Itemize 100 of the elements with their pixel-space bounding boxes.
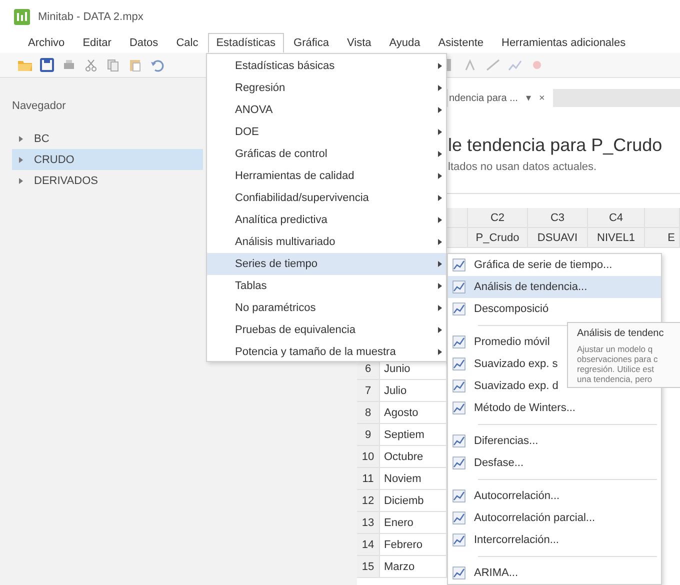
row-number: 8 (357, 402, 380, 424)
output-note: ltados no usan datos actuales. (448, 160, 597, 175)
undo-icon (149, 57, 165, 73)
chart-icon (452, 456, 466, 470)
chart-icon (452, 302, 466, 316)
output-tab[interactable]: ndencia para ... ▾ × (448, 89, 553, 107)
menu-item[interactable]: Editar (74, 33, 120, 53)
menu-item[interactable]: Gráfica (286, 33, 337, 53)
chart-icon (452, 533, 466, 547)
submenu-option[interactable]: ARIMA... (448, 562, 661, 584)
submenu-arrow-icon (438, 173, 442, 179)
tooltip-text: Ajustar un modelo q (577, 344, 654, 354)
submenu-option[interactable]: Método de Winters... (448, 397, 661, 419)
column-id: C4 (588, 208, 645, 228)
menu-option[interactable]: Gráficas de control (207, 143, 446, 165)
column-name: NIVEL1 (588, 228, 645, 248)
submenu-option[interactable]: Autocorrelación parcial... (448, 507, 661, 529)
submenu-option[interactable]: Intercorrelación... (448, 529, 661, 551)
menu-option[interactable]: Tablas (207, 275, 446, 297)
submenu-arrow-icon (438, 63, 442, 69)
submenu-arrow-icon (438, 129, 442, 135)
chart-icon (452, 379, 466, 393)
row-number: 14 (357, 534, 380, 556)
submenu-option[interactable]: Autocorrelación... (448, 485, 661, 507)
expand-arrow-icon (18, 176, 24, 184)
chart-icon (452, 335, 466, 349)
menu-option[interactable]: No paramétricos (207, 297, 446, 319)
tooltip-title: Análisis de tendenc (577, 328, 665, 341)
submenu-option[interactable]: Gráfica de serie de tiempo... (448, 254, 661, 276)
app-logo-icon (14, 8, 30, 24)
header-cell (447, 208, 468, 228)
navigator-item[interactable]: DERIVADOS (12, 170, 203, 191)
chart-icon (452, 566, 466, 580)
menu-option[interactable]: Herramientas de calidad (207, 165, 446, 187)
navigator-item[interactable]: CRUDO (12, 149, 203, 170)
submenu-arrow-icon (438, 239, 442, 245)
header-cell (447, 228, 468, 248)
output-heading: le tendencia para P_Crudo (448, 134, 662, 157)
expand-arrow-icon (18, 156, 24, 164)
submenu-arrow-icon (438, 349, 442, 355)
header-cell (645, 208, 680, 228)
menu-item[interactable]: Vista (338, 33, 380, 53)
menu-item[interactable]: Calc (168, 33, 206, 53)
column-name: E (645, 228, 680, 248)
chart-icon (452, 489, 466, 503)
row-number: 15 (357, 556, 380, 578)
expand-arrow-icon (18, 134, 24, 142)
clipboard-icon (127, 57, 143, 73)
chart-icon (452, 258, 466, 272)
chart-icon (452, 434, 466, 448)
row-number: 9 (357, 424, 380, 446)
chart-icon (452, 511, 466, 525)
column-name: P_Crudo (468, 228, 528, 248)
submenu-arrow-icon (438, 107, 442, 113)
scissors-icon (83, 57, 99, 73)
menu-item[interactable]: Ayuda (381, 33, 428, 53)
row-number: 7 (357, 380, 380, 402)
menu-option[interactable]: DOE (207, 121, 446, 143)
submenu-arrow-icon (438, 217, 442, 223)
row-number: 10 (357, 446, 380, 468)
menu-item[interactable]: Herramientas adicionales (494, 33, 634, 53)
menu-item[interactable]: Datos (121, 33, 166, 53)
copy-icon (105, 57, 121, 73)
menu-option[interactable]: Pruebas de equivalencia (207, 319, 446, 341)
row-number: 13 (357, 512, 380, 534)
submenu-arrow-icon (438, 195, 442, 201)
menu-item[interactable]: Archivo (20, 33, 73, 53)
navigator-item[interactable]: BC (12, 128, 203, 149)
panel-title: Navegador (12, 99, 66, 114)
submenu-arrow-icon (438, 283, 442, 289)
menu-option[interactable]: ANOVA (207, 99, 446, 121)
row-number: 11 (357, 468, 380, 490)
menu-option[interactable]: Confiabilidad/supervivencia (207, 187, 446, 209)
menu-item[interactable]: Estadísticas (208, 33, 284, 53)
submenu-arrow-icon (438, 261, 442, 267)
row-number: 12 (357, 490, 380, 512)
menu-option[interactable]: Regresión (207, 77, 446, 99)
chart-icon (452, 357, 466, 371)
save-icon (39, 57, 55, 73)
submenu-arrow-icon (438, 305, 442, 311)
submenu-option[interactable]: Análisis de tendencia... (448, 276, 661, 298)
menu-option[interactable]: Series de tiempo (207, 253, 446, 275)
submenu-arrow-icon (438, 151, 442, 157)
tooltip-text: observaciones para c (577, 354, 659, 364)
tooltip-text: una tendencia, pero (577, 374, 654, 384)
line-icon (485, 57, 501, 73)
submenu-option[interactable]: Descomposició (448, 298, 661, 320)
menu-option[interactable]: Análisis multivariado (207, 231, 446, 253)
submenu-option[interactable]: Diferencias... (448, 430, 661, 452)
menu-item[interactable]: Asistente (430, 33, 492, 53)
window-title: Minitab - DATA 2.mpx (38, 10, 144, 22)
tooltip-text: regresión. Utilice est (577, 364, 656, 374)
submenu-option[interactable]: Desfase... (448, 452, 661, 474)
column-id: C2 (468, 208, 528, 228)
submenu-arrow-icon (438, 85, 442, 91)
menu-option[interactable]: Analítica predictiva (207, 209, 446, 231)
chart-icon (452, 280, 466, 294)
column-name: DSUAVI (528, 228, 588, 248)
chart-icon (452, 401, 466, 415)
submenu-arrow-icon (438, 327, 442, 333)
